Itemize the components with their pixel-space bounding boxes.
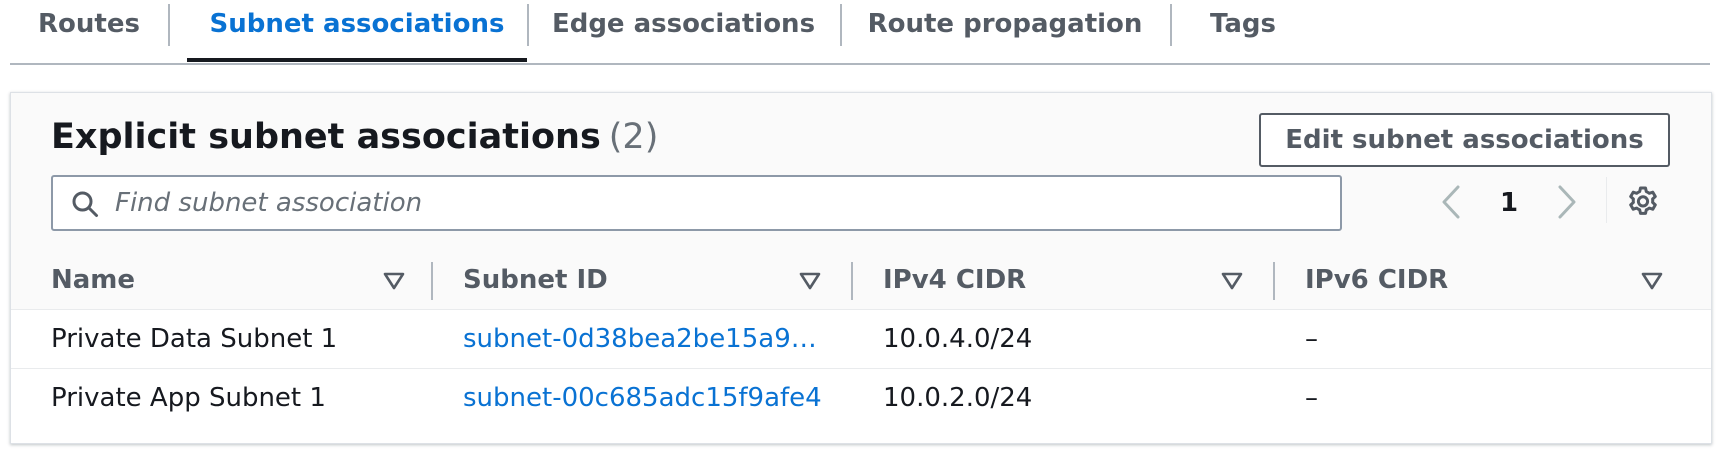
- edit-subnet-associations-button[interactable]: Edit subnet associations: [1259, 113, 1670, 167]
- tab-routes[interactable]: Routes: [10, 0, 168, 48]
- search-icon: [72, 191, 98, 217]
- tab-tags[interactable]: Tags: [1170, 0, 1316, 48]
- cell-ipv4-cidr: 10.0.2.0/24: [883, 383, 1033, 413]
- active-tab-indicator: [187, 58, 527, 62]
- panel-header: Explicit subnet associations (2) Edit sub…: [11, 93, 1711, 252]
- column-resizer[interactable]: [1273, 262, 1275, 300]
- tab-subnet-associations[interactable]: Subnet associations: [187, 0, 527, 48]
- panel-title: Explicit subnet associations (2): [51, 117, 658, 157]
- subnet-associations-panel: Explicit subnet associations (2) Edit sub…: [10, 92, 1712, 444]
- gear-icon[interactable]: [1626, 185, 1660, 219]
- column-resizer[interactable]: [431, 262, 433, 300]
- subnet-id-link[interactable]: subnet-0d38bea2be15a9…: [463, 310, 823, 368]
- pager-divider: [1606, 177, 1607, 223]
- cell-name: Private Data Subnet 1: [51, 324, 338, 354]
- column-header-ipv6-cidr: IPv6 CIDR: [1305, 265, 1449, 295]
- table-row[interactable]: Private Data Subnet 1 subnet-0d38bea2be1…: [11, 310, 1711, 369]
- subnet-id-link[interactable]: subnet-00c685adc15f9afe4: [463, 369, 822, 427]
- table-row[interactable]: Private App Subnet 1 subnet-00c685adc15f…: [11, 369, 1711, 427]
- subnet-associations-table: Name Subnet ID IPv4 CIDR IPv6 CIDR Priva…: [11, 251, 1711, 427]
- tab-divider: [10, 63, 1710, 65]
- tab-edge-associations[interactable]: Edge associations: [527, 0, 840, 48]
- column-header-subnet-id: Subnet ID: [463, 265, 608, 295]
- cell-ipv6-cidr: –: [1305, 383, 1318, 413]
- sort-caret-down-icon[interactable]: [1221, 272, 1243, 290]
- sort-caret-down-icon[interactable]: [799, 272, 821, 290]
- chevron-left-icon[interactable]: [1435, 179, 1467, 225]
- association-count: (2): [608, 117, 659, 157]
- search-box[interactable]: [51, 175, 1342, 231]
- column-resizer[interactable]: [851, 262, 853, 300]
- cell-ipv4-cidr: 10.0.4.0/24: [883, 324, 1033, 354]
- tab-list: Routes Subnet associations Edge associat…: [10, 0, 1710, 65]
- column-header-ipv4-cidr: IPv4 CIDR: [883, 265, 1027, 295]
- cell-ipv6-cidr: –: [1305, 324, 1318, 354]
- current-page-number[interactable]: 1: [1489, 181, 1529, 225]
- table-header: Name Subnet ID IPv4 CIDR IPv6 CIDR: [11, 251, 1711, 310]
- tab-route-propagation[interactable]: Route propagation: [840, 0, 1170, 48]
- panel-title-text: Explicit subnet associations: [51, 117, 601, 157]
- chevron-right-icon[interactable]: [1551, 179, 1583, 225]
- sort-caret-down-icon[interactable]: [383, 272, 405, 290]
- sort-caret-down-icon[interactable]: [1641, 272, 1663, 290]
- cell-name: Private App Subnet 1: [51, 383, 326, 413]
- search-input[interactable]: [115, 177, 1315, 229]
- tab-separator: [168, 4, 170, 46]
- column-header-name: Name: [51, 265, 136, 295]
